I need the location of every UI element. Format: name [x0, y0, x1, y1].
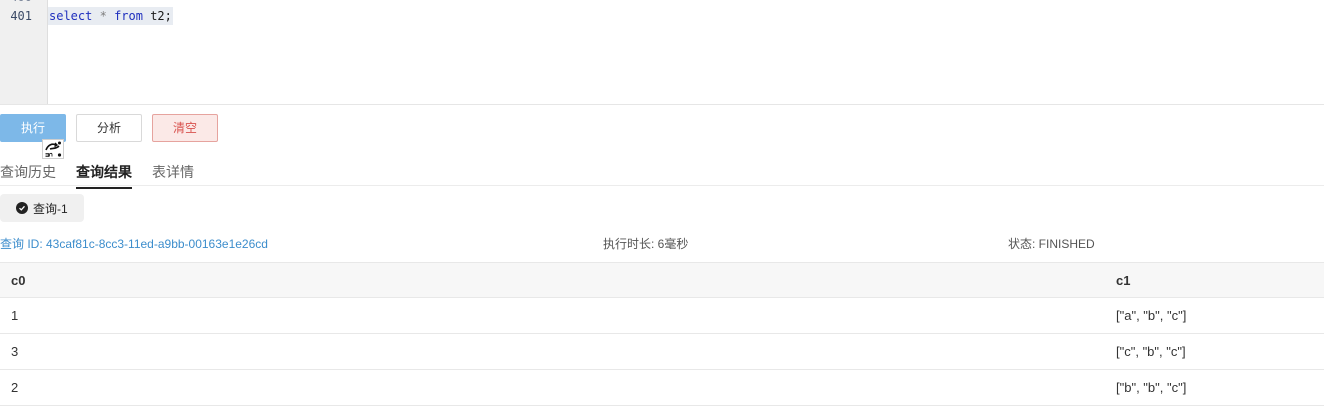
- table-cell: ["b", "b", "c"]: [1116, 380, 1187, 395]
- analyze-button[interactable]: 分析: [76, 114, 142, 142]
- ime-language-icon: [42, 139, 64, 159]
- table-cell: ["c", "b", "c"]: [1116, 344, 1186, 359]
- query-status: 状态: FINISHED: [1008, 237, 1095, 251]
- code-line[interactable]: select * from t2;: [48, 7, 173, 25]
- column-header-c0[interactable]: c0: [11, 263, 25, 299]
- check-circle-icon: [16, 202, 28, 214]
- tab-query-history[interactable]: 查询历史: [0, 162, 56, 187]
- table-header-row: c0 c1: [0, 262, 1324, 298]
- execute-button[interactable]: 执行: [0, 114, 66, 142]
- query-tab-pill[interactable]: 查询-1: [0, 194, 84, 222]
- table-cell: ["a", "b", "c"]: [1116, 308, 1187, 323]
- table-cell: 3: [11, 344, 19, 359]
- table-row: 3 ["c", "b", "c"]: [0, 334, 1324, 370]
- line-number-gutter: 400 401: [0, 0, 48, 104]
- sql-keyword: select: [49, 9, 93, 23]
- line-number: 401: [10, 9, 32, 23]
- table-cell: 2: [11, 380, 19, 395]
- execution-time: 执行时长: 6毫秒: [603, 237, 689, 251]
- clear-button[interactable]: 清空: [152, 114, 218, 142]
- result-tabs: 查询历史 查询结果 表详情: [0, 158, 1324, 189]
- sql-keyword: from: [114, 9, 143, 23]
- query-pill-label: 查询-1: [33, 201, 68, 216]
- table-row: 1 ["a", "b", "c"]: [0, 298, 1324, 334]
- sql-editor[interactable]: 400 401 select * from t2;: [0, 0, 1324, 105]
- tab-query-results[interactable]: 查询结果: [76, 162, 132, 189]
- column-header-c1[interactable]: c1: [1116, 263, 1130, 299]
- tab-table-detail[interactable]: 表详情: [152, 162, 194, 187]
- results-table: c0 c1 1 ["a", "b", "c"] 3 ["c", "b", "c"…: [0, 262, 1324, 406]
- table-row: 2 ["b", "b", "c"]: [0, 370, 1324, 406]
- table-cell: 1: [11, 308, 19, 323]
- sql-operator: *: [99, 9, 107, 23]
- sql-identifier: t2;: [150, 9, 172, 23]
- line-number: 400: [10, 0, 32, 4]
- query-id-link[interactable]: 查询 ID: 43caf81c-8cc3-11ed-a9bb-00163e1e2…: [0, 235, 268, 252]
